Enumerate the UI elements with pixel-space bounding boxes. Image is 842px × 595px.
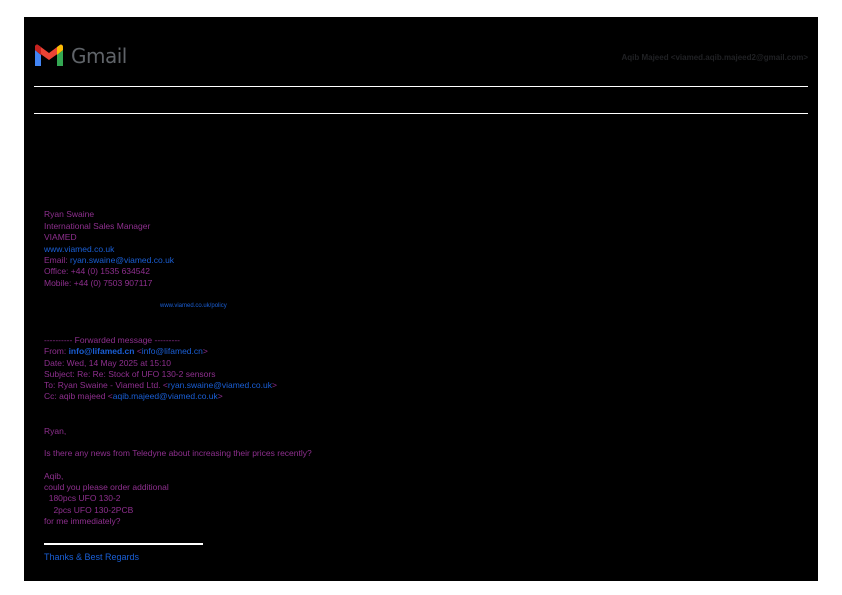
to-close: > (271, 380, 277, 390)
to-address-link[interactable]: ryan.swaine@viamed.co.uk (168, 380, 272, 390)
body-item-2: 2pcs UFO 130-2PCB (44, 505, 134, 515)
from-open: < (134, 346, 142, 356)
cc-address-link[interactable]: aqib.majeed@viamed.co.uk (113, 391, 218, 401)
cc-label: Cc: aqib majeed < (44, 391, 113, 401)
signature-email-line: Email: ryan.swaine@viamed.co.uk (44, 255, 174, 266)
forwarded-date: Date: Wed, 14 May 2025 at 15:10 (44, 358, 171, 368)
body-request: could you please order additional (44, 482, 169, 492)
gmail-logo: Gmail (33, 44, 127, 68)
forwarded-from: From: info@lifamed.cn <info@lifamed.cn> (44, 346, 208, 357)
from-name-link[interactable]: info@lifamed.cn (69, 346, 135, 356)
signature-divider (44, 543, 203, 545)
from-label: From: (44, 346, 69, 356)
signature-title: International Sales Manager (44, 221, 151, 231)
subject-divider (34, 113, 808, 114)
from-address-link[interactable]: info@lifamed.cn (142, 346, 203, 356)
email-label: Email: (44, 255, 70, 265)
signature-mobile: Mobile: +44 (0) 7503 907117 (44, 278, 153, 288)
to-label: To: Ryan Swaine - Viamed Ltd. < (44, 380, 168, 390)
forwarded-to: To: Ryan Swaine - Viamed Ltd. <ryan.swai… (44, 380, 277, 391)
body-item-1: 180pcs UFO 130-2 (44, 493, 121, 503)
body-question: Is there any news from Teledyne about in… (44, 448, 312, 458)
signature-name: Ryan Swaine (44, 209, 95, 219)
signature-office: Office: +44 (0) 1535 634542 (44, 266, 150, 276)
signature-email-link[interactable]: ryan.swaine@viamed.co.uk (70, 255, 174, 265)
forwarded-subject: Subject: Re: Re: Stock of UFO 130-2 sens… (44, 369, 216, 379)
body-closing: for me immediately? (44, 516, 121, 526)
forwarded-divider: ---------- Forwarded message --------- (44, 335, 180, 345)
forwarded-cc: Cc: aqib majeed <aqib.majeed@viamed.co.u… (44, 391, 223, 402)
body-greeting: Ryan, (44, 426, 67, 436)
gmail-wordmark: Gmail (71, 44, 127, 68)
header-divider (34, 86, 808, 87)
cc-close: > (217, 391, 223, 401)
from-close: > (202, 346, 208, 356)
signature-website-link[interactable]: www.viamed.co.uk (44, 244, 114, 255)
body-aqib: Aqib, (44, 471, 64, 481)
signature-company: VIAMED (44, 232, 77, 242)
policy-link[interactable]: www.viamed.co.uk/policy (160, 303, 227, 309)
email-print-page: Gmail Aqib Majeed <viamed.aqib.majeed2@g… (24, 17, 818, 581)
gmail-m-icon (35, 44, 63, 66)
regards-text: Thanks & Best Regards (44, 552, 140, 562)
account-address: Aqib Majeed <viamed.aqib.majeed2@gmail.c… (621, 53, 808, 62)
